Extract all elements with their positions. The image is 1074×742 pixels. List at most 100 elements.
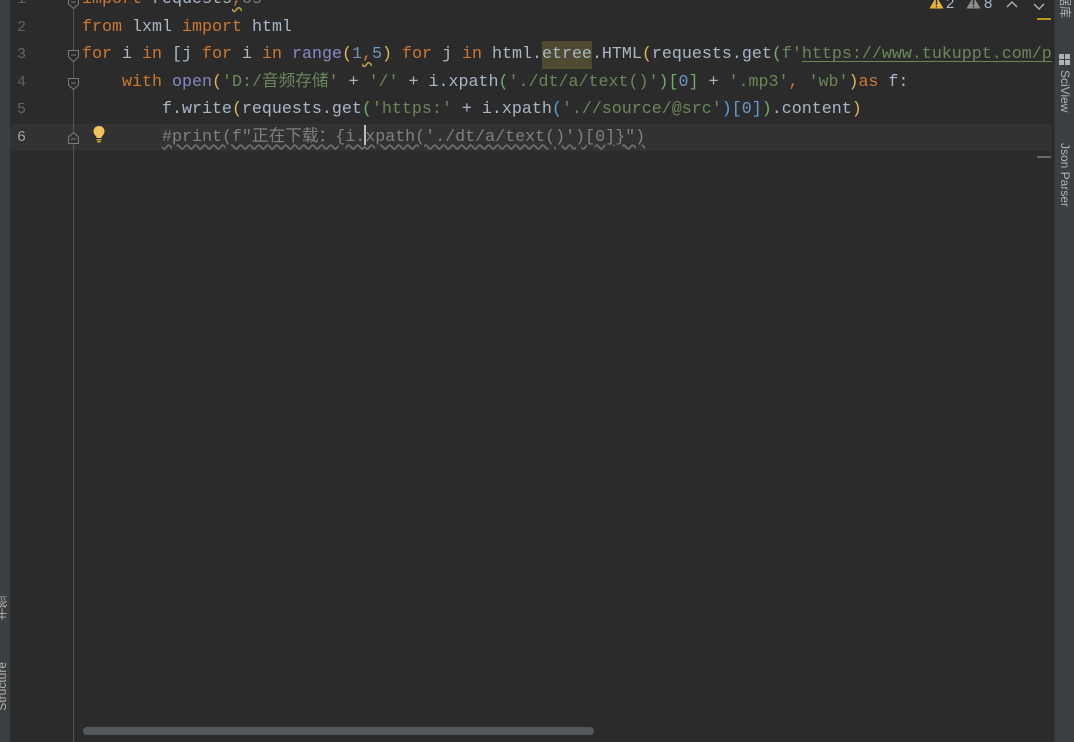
code-token: for [82, 45, 112, 65]
line-number[interactable]: 3 [17, 41, 33, 69]
code-token: 'wb' [808, 72, 849, 92]
code-token: ) [658, 72, 669, 92]
code-token: './/source/@src' [561, 100, 722, 120]
code-token: './dt/a/text()' [508, 72, 659, 92]
code-token: html [241, 17, 292, 37]
code-token: [ [668, 72, 679, 92]
code-token: '/' [368, 72, 399, 92]
code-token: requests [142, 0, 232, 9]
code-token: #print(f"正在下载：{i. [161, 127, 366, 147]
code-token: in [261, 45, 282, 65]
code-token: xpath('./dt/a/text()')[0]}") [365, 127, 646, 147]
fold-icon[interactable] [68, 0, 79, 10]
code-token: ] [751, 100, 762, 120]
right-tool-window-strip: 数据库 SciView Json Parser [1054, 0, 1074, 742]
code-token: as [858, 72, 879, 92]
tool-window-button-structure[interactable]: Structure [0, 662, 9, 711]
code-token: .content [771, 100, 852, 120]
code-token: + [338, 72, 369, 92]
code-token: etree [541, 41, 592, 69]
code-line[interactable]: import requests,os [82, 0, 1052, 14]
code-token: ) [381, 45, 392, 65]
code-token: , [361, 45, 372, 65]
fold-icon[interactable] [68, 77, 79, 91]
code-token: ) [851, 100, 862, 120]
weak-warning-icon[interactable] [966, 0, 981, 9]
code-line-current[interactable]: #print(f"正在下载：{i.xpath('./dt/a/text()')[… [82, 124, 1052, 152]
line-number[interactable]: 2 [17, 14, 33, 42]
code-token: in [142, 45, 162, 65]
code-token: ) [721, 100, 732, 120]
code-token: in [461, 45, 482, 65]
tool-window-button-database[interactable]: 数据库 [1058, 0, 1072, 18]
code-token: '.mp3' [728, 72, 789, 92]
code-token: from [82, 17, 122, 37]
line-number[interactable]: 4 [17, 69, 33, 97]
tool-window-button-bookmarks[interactable]: 书签 [0, 596, 9, 620]
code-token: f: [878, 72, 909, 92]
code-token: ) [848, 72, 859, 92]
code-token: requests.get [651, 45, 772, 65]
code-token: f.write [82, 100, 232, 120]
fold-icon[interactable] [68, 49, 79, 63]
code-token: ( [498, 72, 509, 92]
code-token: i [231, 45, 262, 65]
weak-warning-stripe-marker[interactable] [1037, 156, 1051, 158]
code-token: .HTML [591, 45, 642, 65]
text-caret [364, 125, 367, 146]
code-token: i [112, 45, 142, 65]
code-token: j [431, 45, 462, 65]
warning-count[interactable]: 2 [946, 0, 954, 11]
code-token: ( [231, 100, 242, 120]
code-token: https://www.tukuppt.com/p [801, 45, 1052, 65]
code-token: f' [781, 45, 802, 65]
line-number[interactable]: 1 [17, 0, 33, 14]
horizontal-scrollbar-thumb[interactable] [83, 727, 594, 735]
code-token: [ [731, 100, 742, 120]
code-token: 1 [351, 45, 362, 65]
gutter-separator [73, 0, 74, 742]
code-token: 'D:/音频存储' [221, 72, 339, 92]
code-token: for [401, 45, 432, 65]
warning-icon[interactable] [929, 0, 944, 9]
code-token: ( [641, 45, 652, 65]
weak-warning-count[interactable]: 8 [984, 0, 992, 11]
chevron-up-icon[interactable] [1006, 0, 1018, 8]
line-number-current[interactable]: 6 [17, 124, 33, 152]
tool-window-button-sciview[interactable]: SciView [1058, 70, 1072, 112]
code-token: ( [551, 100, 562, 120]
code-token: 0 [741, 100, 752, 120]
code-line[interactable]: for i in [j for i in range(1,5) for j in… [82, 41, 1052, 69]
code-token: [j [162, 45, 202, 65]
code-line[interactable]: with open('D:/音频存储' + '/' + i.xpath('./d… [82, 69, 1052, 97]
code-token: ( [211, 72, 222, 92]
code-token: , [788, 72, 799, 92]
tool-window-button-json-parser[interactable]: Json Parser [1058, 143, 1072, 207]
code-token: lxml [121, 17, 182, 37]
code-token: with [121, 72, 162, 92]
ide-editor-window: 书签 Structure 1 2 3 4 5 6 import requests… [0, 0, 1074, 742]
warning-stripe-marker[interactable] [1037, 18, 1051, 20]
code-token: ) [761, 100, 772, 120]
code-token: , [232, 0, 242, 9]
code-token: for [201, 45, 232, 65]
code-token: os [242, 0, 262, 9]
fold-end-icon[interactable] [68, 131, 79, 144]
code-token: ( [341, 45, 352, 65]
chevron-down-icon[interactable] [1033, 0, 1045, 10]
code-token: ( [361, 100, 372, 120]
line-number[interactable]: 5 [17, 96, 33, 124]
code-token: + i.xpath [451, 100, 552, 120]
grid-icon[interactable] [1059, 52, 1070, 65]
code-line[interactable]: f.write(requests.get('https:' + i.xpath(… [82, 96, 1052, 124]
code-token: ( [771, 45, 782, 65]
code-token: 'https:' [371, 100, 452, 120]
code-line[interactable]: from lxml import html [82, 14, 1052, 42]
code-token: + i.xpath [398, 72, 499, 92]
